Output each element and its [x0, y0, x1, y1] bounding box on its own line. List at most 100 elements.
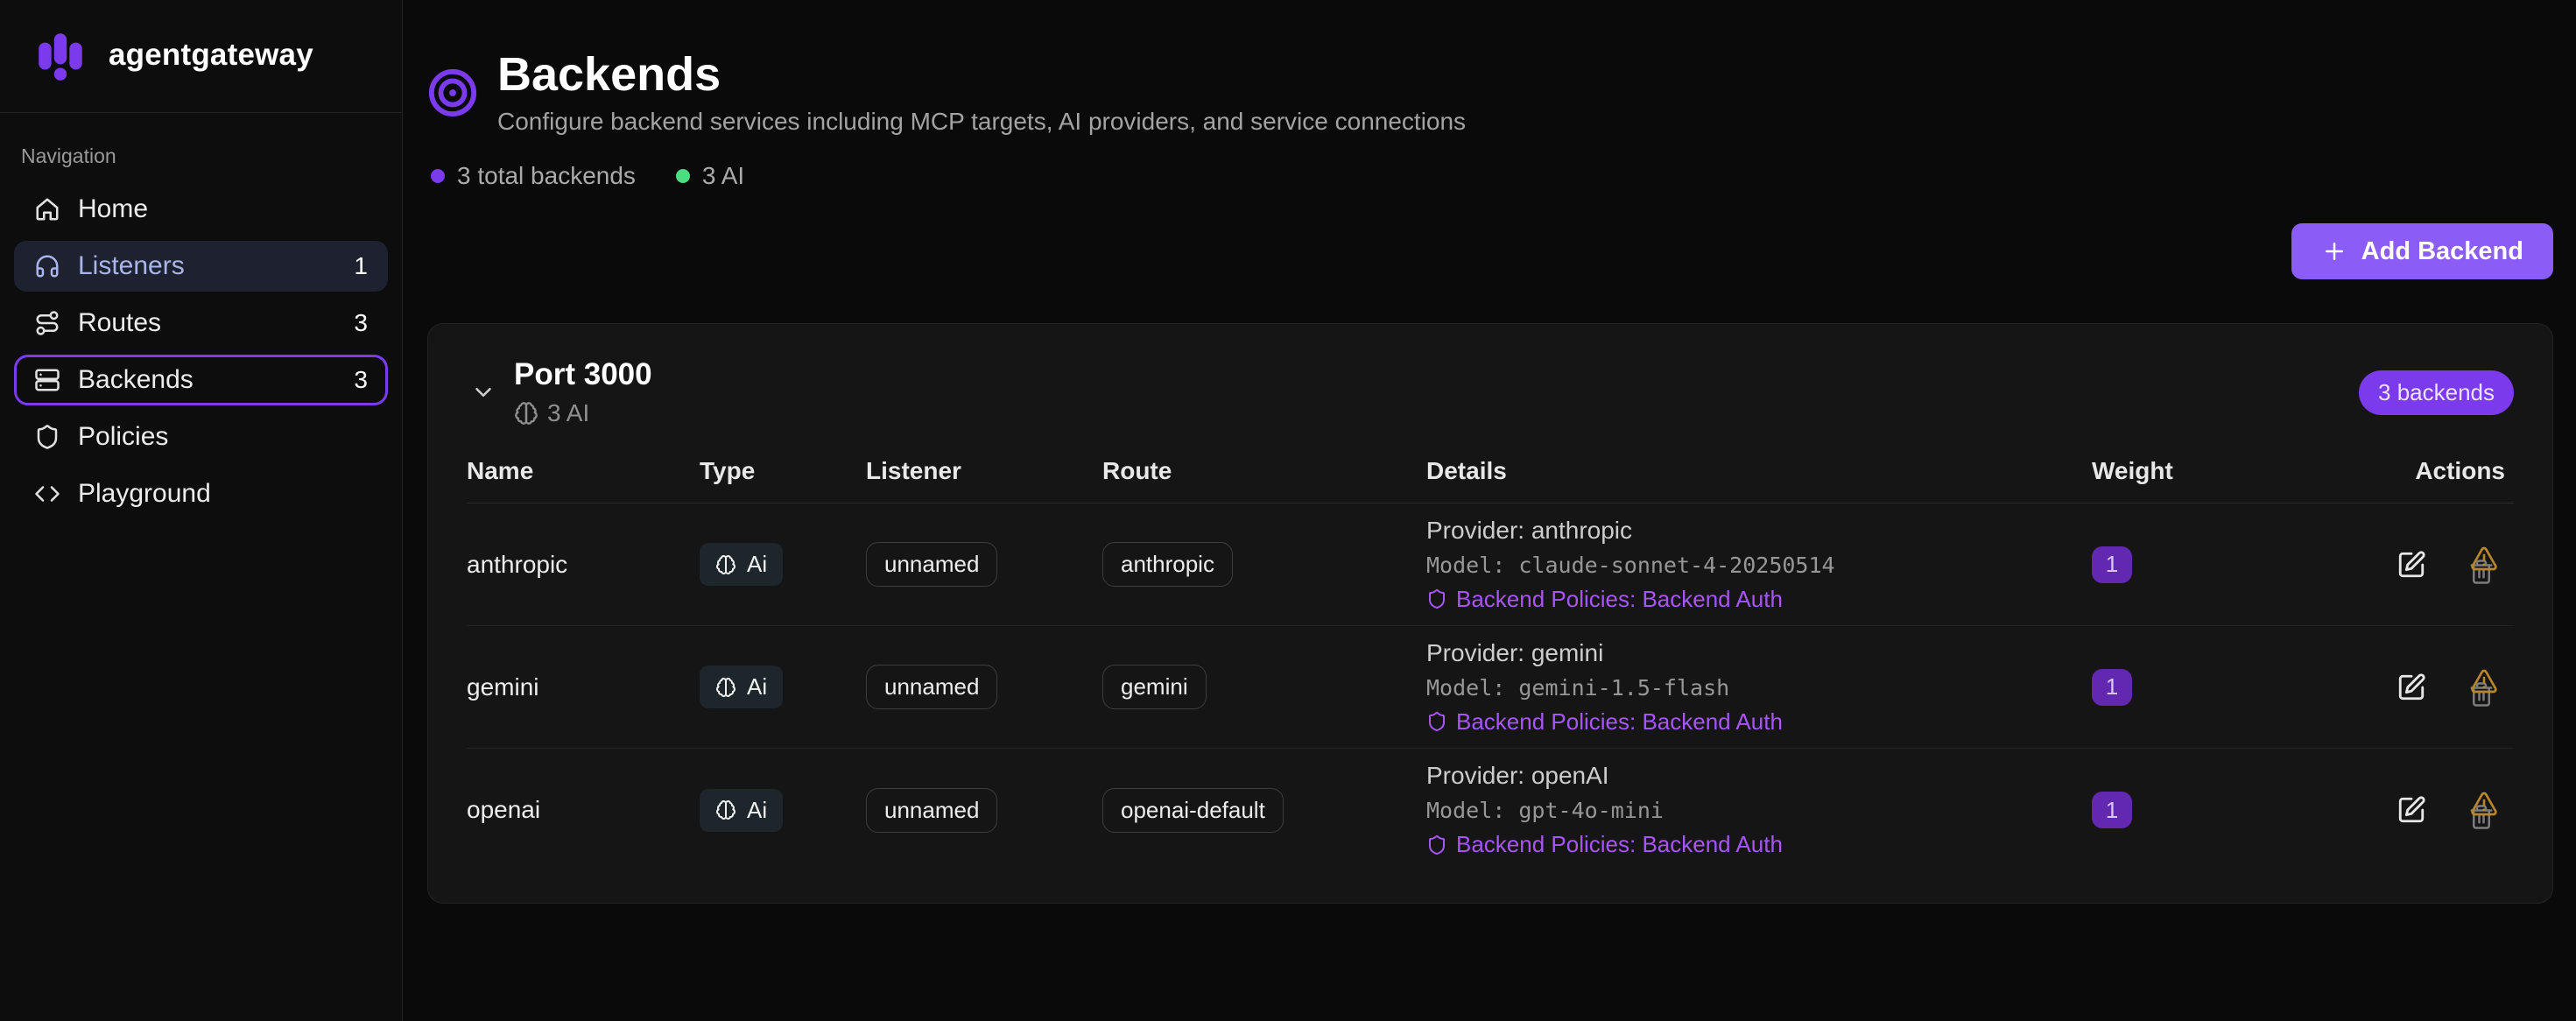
sidebar-item-routes[interactable]: Routes 3: [14, 298, 388, 349]
backend-name: gemini: [467, 673, 700, 701]
policies-label: Backend Policies: Backend Auth: [1456, 831, 1783, 858]
page-header: Backends Configure backend services incl…: [427, 49, 2553, 136]
details-cell: Provider: openAI Model: gpt-4o-mini Back…: [1426, 762, 2092, 858]
sidebar-item-policies[interactable]: Policies: [14, 412, 388, 462]
sidebar-item-listeners[interactable]: Listeners 1: [14, 241, 388, 292]
chevron-down-icon: [470, 379, 496, 405]
sidebar-item-label: Backends: [78, 365, 194, 395]
route-badge: openai-default: [1102, 788, 1284, 833]
sidebar-item-label: Policies: [78, 422, 168, 452]
table-body: anthropic Ai unnamed anthropic Provider:…: [467, 503, 2514, 871]
backend-name: openai: [467, 796, 700, 824]
stat-label: 3 total backends: [457, 162, 636, 190]
delete-button[interactable]: [2465, 667, 2502, 708]
model-text: Model: gemini-1.5-flash: [1426, 675, 2092, 701]
shield-icon: [1426, 834, 1447, 856]
collapse-toggle[interactable]: [467, 376, 500, 409]
details-cell: Provider: gemini Model: gemini-1.5-flash…: [1426, 639, 2092, 736]
brand-name: agentgateway: [109, 38, 313, 73]
edit-button[interactable]: [2397, 550, 2426, 580]
delete-button[interactable]: [2465, 545, 2502, 585]
type-label: Ai: [747, 551, 767, 578]
edit-button[interactable]: [2397, 795, 2426, 825]
listener-badge: unnamed: [866, 542, 997, 587]
edit-button[interactable]: [2397, 672, 2426, 702]
type-badge: Ai: [700, 665, 783, 708]
col-header-weight: Weight: [2092, 457, 2381, 485]
sidebar-item-backends[interactable]: Backends 3: [14, 355, 388, 405]
page-subtitle: Configure backend services including MCP…: [497, 108, 1466, 136]
actions-cell: [2381, 790, 2514, 830]
server-icon: [34, 367, 60, 393]
add-backend-button[interactable]: Add Backend: [2291, 223, 2553, 279]
sidebar-item-count: 1: [354, 252, 368, 280]
actions-cell: [2381, 667, 2514, 708]
route-badge: anthropic: [1102, 542, 1233, 587]
actions-cell: [2381, 545, 2514, 585]
provider-text: Provider: anthropic: [1426, 517, 2092, 545]
backend-name: anthropic: [467, 551, 700, 579]
warning-triangle-icon: [2470, 667, 2498, 695]
brain-icon: [715, 677, 736, 698]
listener-badge: unnamed: [866, 665, 997, 709]
backend-policies-link[interactable]: Backend Policies: Backend Auth: [1426, 831, 2092, 858]
shield-icon: [1426, 588, 1447, 609]
brain-icon: [715, 799, 736, 820]
plus-icon: [2321, 238, 2347, 264]
shield-icon: [1426, 711, 1447, 732]
stat-ai: 3 AI: [676, 162, 744, 190]
sidebar-item-label: Playground: [78, 479, 211, 509]
sidebar-item-count: 3: [354, 366, 368, 394]
target-icon: [427, 67, 478, 118]
delete-button[interactable]: [2465, 790, 2502, 830]
backend-count-badge[interactable]: 3 backends: [2359, 370, 2514, 415]
provider-text: Provider: openAI: [1426, 762, 2092, 790]
toolbar: Add Backend: [427, 223, 2553, 279]
table-row: gemini Ai unnamed gemini Provider: gemin…: [467, 626, 2514, 749]
card-title-block: Port 3000 3 AI: [514, 357, 652, 427]
add-backend-label: Add Backend: [2361, 237, 2523, 266]
weight-badge: 1: [2092, 669, 2132, 706]
backend-policies-link[interactable]: Backend Policies: Backend Auth: [1426, 586, 2092, 613]
shield-icon: [34, 424, 60, 450]
model-text: Model: claude-sonnet-4-20250514: [1426, 553, 2092, 578]
edit-icon: [2397, 672, 2426, 702]
purple-dot-icon: [431, 169, 445, 183]
brand[interactable]: agentgateway: [0, 0, 402, 112]
sidebar-item-playground[interactable]: Playground: [14, 468, 388, 519]
listener-badge: unnamed: [866, 788, 997, 833]
provider-text: Provider: gemini: [1426, 639, 2092, 667]
backend-policies-link[interactable]: Backend Policies: Backend Auth: [1426, 708, 2092, 736]
brain-icon: [715, 554, 736, 575]
table-header-row: Name Type Listener Route Details Weight …: [467, 457, 2514, 503]
sidebar-item-label: Home: [78, 194, 148, 224]
edit-icon: [2397, 795, 2426, 825]
card-title: Port 3000: [514, 357, 652, 392]
weight-badge: 1: [2092, 546, 2132, 583]
model-text: Model: gpt-4o-mini: [1426, 798, 2092, 823]
edit-icon: [2397, 550, 2426, 580]
stats-row: 3 total backends 3 AI: [427, 162, 2553, 190]
agentgateway-logo-icon: [32, 26, 89, 84]
brain-icon: [514, 401, 538, 426]
col-header-listener: Listener: [866, 457, 1102, 485]
page-title: Backends: [497, 49, 1466, 101]
type-badge: Ai: [700, 543, 783, 586]
policies-label: Backend Policies: Backend Auth: [1456, 586, 1783, 613]
sidebar-item-home[interactable]: Home: [14, 184, 388, 235]
col-header-actions: Actions: [2381, 457, 2514, 485]
details-cell: Provider: anthropic Model: claude-sonnet…: [1426, 517, 2092, 613]
code-icon: [34, 481, 60, 507]
nav-section-label: Navigation: [0, 113, 402, 184]
ai-count-label: 3 AI: [547, 399, 589, 427]
warning-triangle-icon: [2470, 545, 2498, 573]
sidebar: agentgateway Navigation Home Listeners 1…: [0, 0, 403, 1021]
route-icon: [34, 310, 60, 336]
type-badge: Ai: [700, 789, 783, 832]
table-row: anthropic Ai unnamed anthropic Provider:…: [467, 503, 2514, 626]
port-card: Port 3000 3 AI 3 backends Name Type List…: [427, 323, 2553, 904]
card-ai-count: 3 AI: [514, 399, 652, 427]
main-content: Backends Configure backend services incl…: [403, 0, 2576, 1021]
headphones-icon: [34, 253, 60, 279]
table-row: openai Ai unnamed openai-default Provide…: [467, 749, 2514, 871]
